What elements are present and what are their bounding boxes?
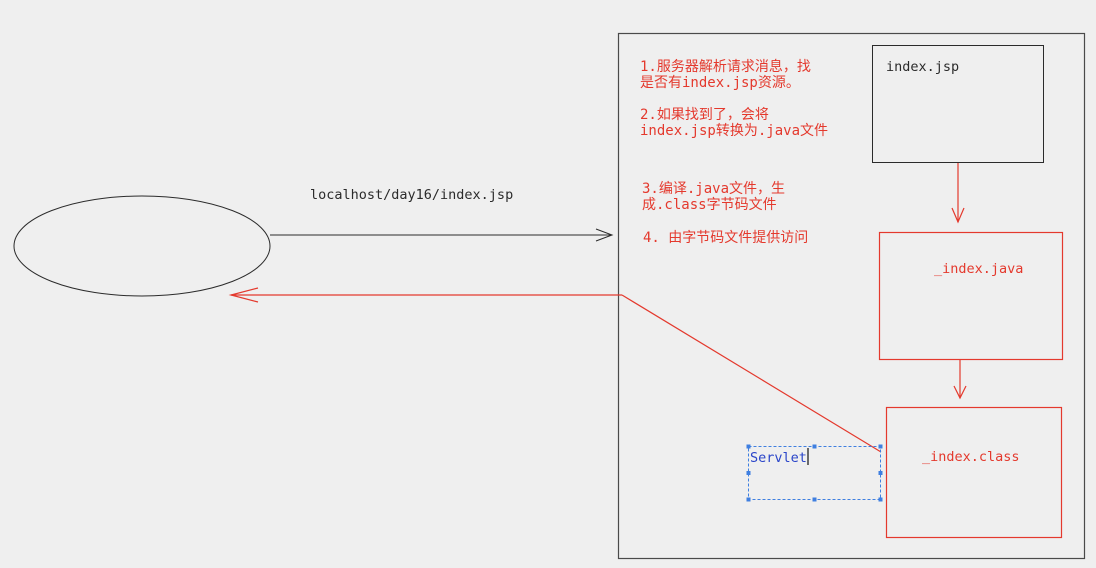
servlet-label[interactable]: Servlet (750, 450, 807, 466)
index-jsp-box[interactable]: index.jsp (872, 45, 1044, 163)
client-browser-ellipse[interactable] (13, 195, 271, 297)
step-3-line-1: 3.编译.java文件，生 (642, 181, 785, 197)
step-3-text[interactable]: 3.编译.java文件，生 成.class字节码文件 (642, 181, 785, 213)
index-java-box-border (878, 231, 1064, 361)
selection-handle-w[interactable] (746, 471, 751, 475)
step-1-line-1: 1.服务器解析请求消息，找 (640, 58, 811, 75)
step-1-line-2: 是否有index.jsp资源。 (640, 75, 800, 91)
selection-handle-nw[interactable] (746, 444, 751, 449)
step-2-line-2: index.jsp转换为.java文件 (640, 122, 828, 139)
request-arrow[interactable] (270, 228, 614, 242)
request-url-label[interactable]: localhost/day16/index.jsp (310, 187, 513, 203)
selection-handle-ne[interactable] (878, 444, 883, 449)
selection-handle-e[interactable] (878, 471, 883, 475)
selection-handle-sw[interactable] (746, 497, 751, 502)
index-class-label: _index.class (922, 449, 1020, 465)
step-1-text[interactable]: 1.服务器解析请求消息，找 是否有index.jsp资源。 (640, 58, 811, 91)
jsp-to-java-arrow[interactable] (951, 163, 965, 224)
diagram-canvas: localhost/day16/index.jsp 1.服务器解析请求消息，找 … (0, 0, 1096, 568)
index-java-label: _index.java (934, 261, 1023, 277)
step-4-line-1: 4. 由字节码文件提供访问 (643, 230, 808, 246)
selection-handle-se[interactable] (878, 497, 883, 502)
servlet-text-box[interactable]: Servlet (746, 444, 883, 502)
step-3-line-2: 成.class字节码文件 (642, 197, 777, 213)
index-class-box[interactable]: _index.class (885, 406, 1063, 539)
index-jsp-label: index.jsp (886, 59, 959, 75)
step-2-line-1: 2.如果找到了，会将 (640, 107, 769, 123)
index-class-box-border (885, 406, 1063, 539)
jsp-request-flow-diagram: localhost/day16/index.jsp 1.服务器解析请求消息，找 … (13, 32, 1086, 560)
java-to-class-arrow[interactable] (953, 360, 967, 400)
selection-handle-n[interactable] (812, 444, 817, 449)
step-2-text[interactable]: 2.如果找到了，会将 index.jsp转换为.java文件 (640, 107, 828, 139)
response-arrow[interactable] (228, 287, 622, 303)
servlet-response-connector[interactable] (621, 294, 882, 453)
selection-handle-s[interactable] (812, 497, 817, 502)
index-java-box[interactable]: _index.java (878, 231, 1064, 361)
step-4-text[interactable]: 4. 由字节码文件提供访问 (643, 230, 808, 246)
